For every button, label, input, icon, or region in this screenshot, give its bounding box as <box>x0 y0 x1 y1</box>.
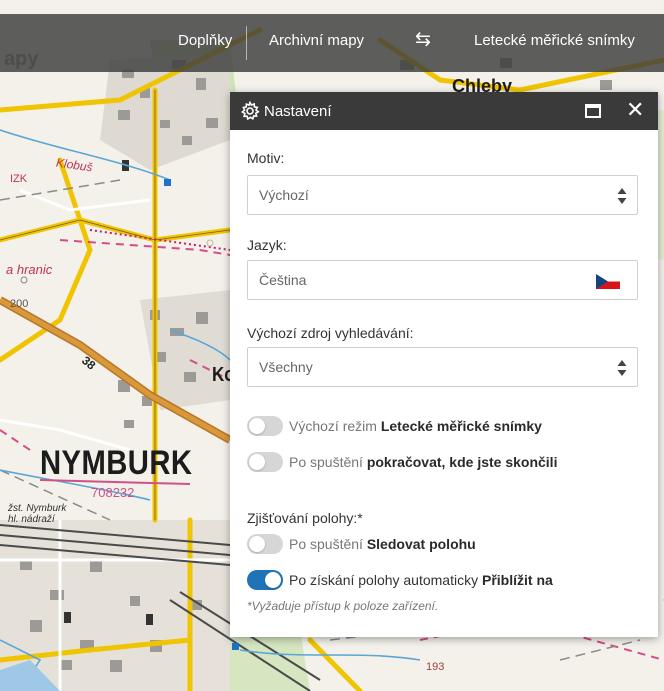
toolbar-letecke-snimky-button[interactable]: Letecké měřické snímky <box>474 32 635 49</box>
toggle-letecke-strong: Letecké měřické snímky <box>380 418 542 434</box>
motiv-select[interactable]: Výchozí <box>247 175 638 215</box>
toggle-letecke-switch[interactable] <box>247 416 283 436</box>
zdroj-label: Výchozí zdroj vyhledávání: <box>247 325 414 341</box>
location-section-label: Zjišťování polohy:* <box>247 510 363 526</box>
map-label-elevation-193: 193 <box>426 661 445 673</box>
toolbar-archivni-mapy-button[interactable]: Archivní mapy <box>269 32 364 49</box>
settings-panel: Nastavení ✕ Motiv: Výchozí Jazyk: Češtin… <box>230 92 658 637</box>
toggle-knob <box>265 572 281 588</box>
toggle-sledovat-prefix: Po spuštění <box>289 536 367 552</box>
map-label-izk: IZK <box>10 173 28 185</box>
toggle-knob <box>249 536 265 552</box>
motiv-label: Motiv: <box>247 150 285 166</box>
location-footnote: *Vyžaduje přístup k poloze zařízení. <box>247 599 439 613</box>
toggle-priblizit-switch[interactable] <box>247 570 283 590</box>
toggle-sledovat-strong: Sledovat polohu <box>366 536 476 552</box>
toggle-pokracovat-strong: pokračovat, kde jste skončili <box>366 454 558 470</box>
swap-icon[interactable]: ⇆ <box>415 28 431 51</box>
close-icon[interactable]: ✕ <box>626 97 644 123</box>
toolbar-doplnky-button[interactable]: Doplňky <box>178 32 232 49</box>
toolbar-divider <box>246 26 247 60</box>
map-label-station: žst. Nymburk hl. nádraží <box>8 503 67 525</box>
toggle-pokracovat-label: Po spuštění pokračovat, kde jste skončil… <box>289 454 557 470</box>
toggle-sledovat-switch[interactable] <box>247 534 283 554</box>
toggle-pokracovat-prefix: Po spuštění <box>289 454 367 470</box>
toggle-priblizit-strong: Přiblížit na <box>482 572 553 588</box>
map-label-town: NYMBURK <box>40 444 193 482</box>
jazyk-select-value: Čeština <box>259 272 307 288</box>
zdroj-select-value: Všechny <box>259 359 313 375</box>
top-toolbar: Doplňky Archivní mapy ⇆ Letecké měřické … <box>0 14 664 72</box>
settings-panel-header[interactable]: Nastavení ✕ <box>230 92 658 130</box>
toggle-letecke-label: Výchozí režim Letecké měřické snímky <box>289 418 542 434</box>
sort-updown-icon <box>617 360 627 376</box>
map-label-town-code: 708232 <box>91 485 135 500</box>
czech-flag-icon <box>596 274 620 289</box>
jazyk-select[interactable]: Čeština <box>247 260 638 300</box>
settings-panel-title: Nastavení <box>264 103 332 120</box>
toggle-knob <box>249 418 265 434</box>
toggle-knob <box>249 454 265 470</box>
sort-updown-icon <box>617 188 627 204</box>
toggle-pokracovat-switch[interactable] <box>247 452 283 472</box>
toggle-sledovat-label: Po spuštění Sledovat polohu <box>289 536 476 552</box>
gear-icon <box>241 101 260 121</box>
map-label-elevation: 200 <box>10 298 29 310</box>
jazyk-label: Jazyk: <box>247 237 287 253</box>
zdroj-select[interactable]: Všechny <box>247 347 638 387</box>
maximize-icon[interactable] <box>585 104 601 118</box>
toggle-priblizit-prefix: Po získání polohy automaticky <box>289 572 482 588</box>
toggle-priblizit-label: Po získání polohy automaticky Přiblížit … <box>289 572 553 588</box>
motiv-select-value: Výchozí <box>259 187 309 203</box>
toggle-letecke-prefix: Výchozí režim <box>289 418 381 434</box>
map-label-hranice: a hranic <box>6 262 53 277</box>
